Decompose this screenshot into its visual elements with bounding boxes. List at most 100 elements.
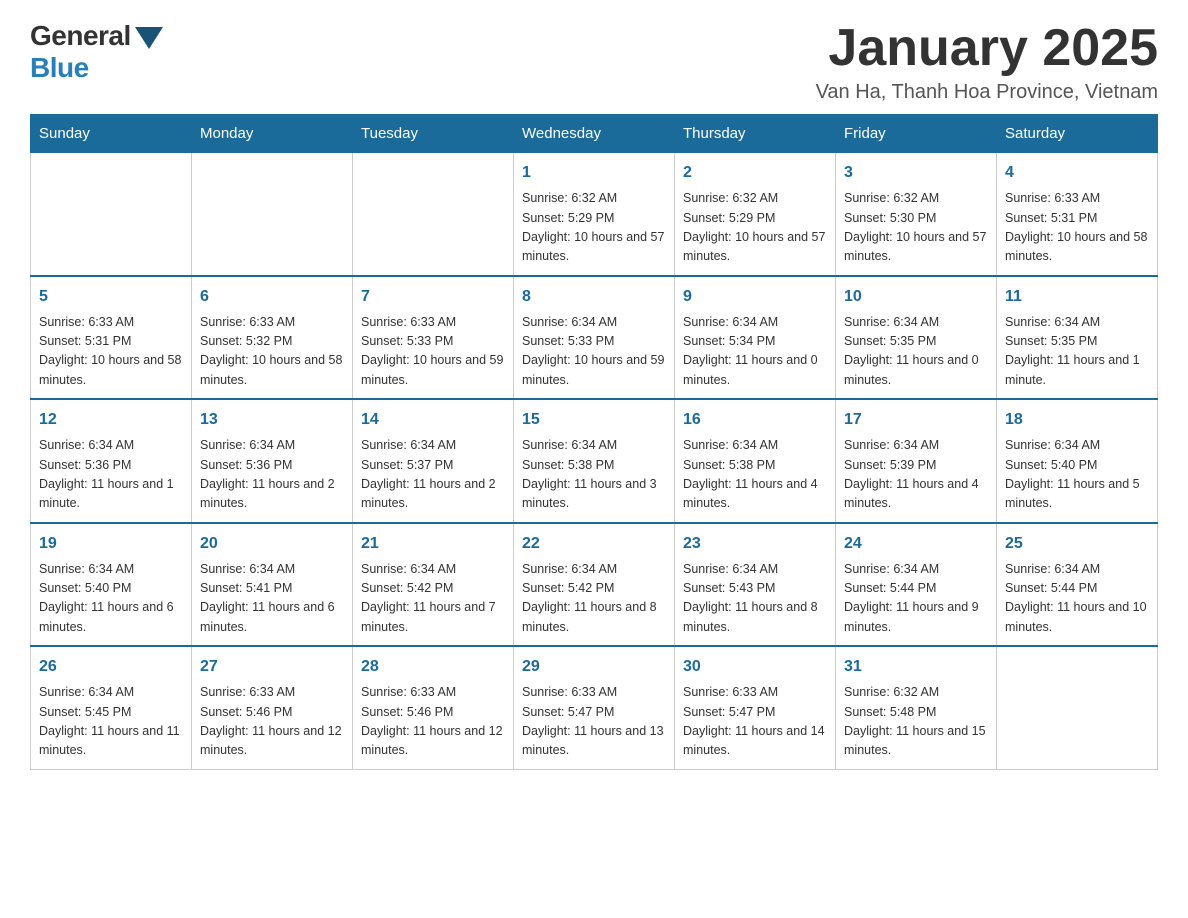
calendar-cell: 8 Sunrise: 6:34 AMSunset: 5:33 PMDaylight…	[514, 276, 675, 400]
day-info: Sunrise: 6:34 AMSunset: 5:33 PMDaylight:…	[522, 313, 666, 391]
calendar-cell	[31, 153, 192, 276]
day-info: Sunrise: 6:32 AMSunset: 5:48 PMDaylight:…	[844, 683, 988, 761]
logo-general-text: General	[30, 20, 131, 52]
day-number: 17	[844, 408, 988, 432]
logo: General Blue	[30, 20, 163, 84]
day-number: 25	[1005, 532, 1149, 556]
day-number: 26	[39, 655, 183, 679]
calendar-cell: 18Sunrise: 6:34 AMSunset: 5:40 PMDayligh…	[997, 399, 1158, 523]
day-info: Sunrise: 6:34 AMSunset: 5:43 PMDaylight:…	[683, 560, 827, 638]
day-number: 1	[522, 161, 666, 185]
day-info: Sunrise: 6:34 AMSunset: 5:44 PMDaylight:…	[844, 560, 988, 638]
day-info: Sunrise: 6:34 AMSunset: 5:44 PMDaylight:…	[1005, 560, 1149, 638]
day-number: 20	[200, 532, 344, 556]
day-number: 2	[683, 161, 827, 185]
day-number: 28	[361, 655, 505, 679]
calendar-cell	[997, 646, 1158, 769]
day-number: 4	[1005, 161, 1149, 185]
day-info: Sunrise: 6:34 AMSunset: 5:35 PMDaylight:…	[844, 313, 988, 391]
logo-blue-text: Blue	[30, 52, 89, 84]
day-info: Sunrise: 6:34 AMSunset: 5:45 PMDaylight:…	[39, 683, 183, 761]
day-info: Sunrise: 6:32 AMSunset: 5:29 PMDaylight:…	[522, 189, 666, 267]
day-info: Sunrise: 6:34 AMSunset: 5:36 PMDaylight:…	[200, 436, 344, 514]
calendar-cell: 7 Sunrise: 6:33 AMSunset: 5:33 PMDaylight…	[353, 276, 514, 400]
calendar-cell: 15 Sunrise: 6:34 AMSunset: 5:38 PMDayligh…	[514, 399, 675, 523]
calendar-cell	[353, 153, 514, 276]
calendar-header-row: SundayMondayTuesdayWednesdayThursdayFrid…	[31, 115, 1158, 153]
day-info: Sunrise: 6:34 AMSunset: 5:34 PMDaylight:…	[683, 313, 827, 391]
logo-arrow-icon	[135, 27, 163, 49]
calendar-cell: 6Sunrise: 6:33 AMSunset: 5:32 PMDaylight…	[192, 276, 353, 400]
day-number: 31	[844, 655, 988, 679]
title-section: January 2025 Van Ha, Thanh Hoa Province,…	[816, 20, 1158, 104]
calendar-week-row: 19 Sunrise: 6:34 AMSunset: 5:40 PMDayligh…	[31, 523, 1158, 647]
day-info: Sunrise: 6:33 AMSunset: 5:46 PMDaylight:…	[361, 683, 505, 761]
calendar-cell: 17 Sunrise: 6:34 AMSunset: 5:39 PMDayligh…	[836, 399, 997, 523]
day-number: 8	[522, 285, 666, 309]
day-number: 6	[200, 285, 344, 309]
calendar-week-row: 26 Sunrise: 6:34 AMSunset: 5:45 PMDayligh…	[31, 646, 1158, 769]
day-info: Sunrise: 6:34 AMSunset: 5:36 PMDaylight:…	[39, 436, 183, 514]
day-info: Sunrise: 6:34 AMSunset: 5:42 PMDaylight:…	[361, 560, 505, 638]
day-number: 9	[683, 285, 827, 309]
day-info: Sunrise: 6:33 AMSunset: 5:46 PMDaylight:…	[200, 683, 344, 761]
calendar-cell: 5Sunrise: 6:33 AMSunset: 5:31 PMDaylight…	[31, 276, 192, 400]
calendar-cell: 12 Sunrise: 6:34 AMSunset: 5:36 PMDayligh…	[31, 399, 192, 523]
day-info: Sunrise: 6:34 AMSunset: 5:38 PMDaylight:…	[683, 436, 827, 514]
calendar-week-row: 5Sunrise: 6:33 AMSunset: 5:31 PMDaylight…	[31, 276, 1158, 400]
day-info: Sunrise: 6:33 AMSunset: 5:47 PMDaylight:…	[683, 683, 827, 761]
day-number: 18	[1005, 408, 1149, 432]
month-title: January 2025	[816, 20, 1158, 77]
day-info: Sunrise: 6:33 AMSunset: 5:47 PMDaylight:…	[522, 683, 666, 761]
day-number: 27	[200, 655, 344, 679]
calendar-cell: 20 Sunrise: 6:34 AMSunset: 5:41 PMDayligh…	[192, 523, 353, 647]
day-number: 16	[683, 408, 827, 432]
day-number: 23	[683, 532, 827, 556]
day-info: Sunrise: 6:34 AMSunset: 5:42 PMDaylight:…	[522, 560, 666, 638]
calendar-cell: 4 Sunrise: 6:33 AMSunset: 5:31 PMDaylight…	[997, 153, 1158, 276]
day-number: 13	[200, 408, 344, 432]
day-number: 29	[522, 655, 666, 679]
day-info: Sunrise: 6:34 AMSunset: 5:38 PMDaylight:…	[522, 436, 666, 514]
calendar-cell: 22Sunrise: 6:34 AMSunset: 5:42 PMDayligh…	[514, 523, 675, 647]
day-info: Sunrise: 6:34 AMSunset: 5:41 PMDaylight:…	[200, 560, 344, 638]
day-number: 15	[522, 408, 666, 432]
day-number: 12	[39, 408, 183, 432]
day-number: 19	[39, 532, 183, 556]
calendar-cell: 1 Sunrise: 6:32 AMSunset: 5:29 PMDaylight…	[514, 153, 675, 276]
calendar-cell: 9 Sunrise: 6:34 AMSunset: 5:34 PMDaylight…	[675, 276, 836, 400]
calendar-week-row: 12 Sunrise: 6:34 AMSunset: 5:36 PMDayligh…	[31, 399, 1158, 523]
day-number: 24	[844, 532, 988, 556]
calendar-cell: 2 Sunrise: 6:32 AMSunset: 5:29 PMDaylight…	[675, 153, 836, 276]
day-info: Sunrise: 6:34 AMSunset: 5:39 PMDaylight:…	[844, 436, 988, 514]
day-of-week-header: Tuesday	[353, 115, 514, 153]
day-number: 7	[361, 285, 505, 309]
day-info: Sunrise: 6:33 AMSunset: 5:33 PMDaylight:…	[361, 313, 505, 391]
day-of-week-header: Monday	[192, 115, 353, 153]
day-number: 10	[844, 285, 988, 309]
day-info: Sunrise: 6:34 AMSunset: 5:40 PMDaylight:…	[39, 560, 183, 638]
day-info: Sunrise: 6:33 AMSunset: 5:31 PMDaylight:…	[39, 313, 183, 391]
calendar-cell: 29 Sunrise: 6:33 AMSunset: 5:47 PMDayligh…	[514, 646, 675, 769]
calendar-cell: 26 Sunrise: 6:34 AMSunset: 5:45 PMDayligh…	[31, 646, 192, 769]
day-number: 30	[683, 655, 827, 679]
calendar-cell: 23 Sunrise: 6:34 AMSunset: 5:43 PMDayligh…	[675, 523, 836, 647]
day-number: 3	[844, 161, 988, 185]
day-of-week-header: Friday	[836, 115, 997, 153]
day-of-week-header: Saturday	[997, 115, 1158, 153]
calendar-cell: 13 Sunrise: 6:34 AMSunset: 5:36 PMDayligh…	[192, 399, 353, 523]
calendar-cell: 30 Sunrise: 6:33 AMSunset: 5:47 PMDayligh…	[675, 646, 836, 769]
day-info: Sunrise: 6:34 AMSunset: 5:35 PMDaylight:…	[1005, 313, 1149, 391]
day-number: 21	[361, 532, 505, 556]
day-of-week-header: Sunday	[31, 115, 192, 153]
day-info: Sunrise: 6:32 AMSunset: 5:29 PMDaylight:…	[683, 189, 827, 267]
calendar-cell	[192, 153, 353, 276]
day-info: Sunrise: 6:33 AMSunset: 5:31 PMDaylight:…	[1005, 189, 1149, 267]
day-number: 11	[1005, 285, 1149, 309]
calendar-cell: 10 Sunrise: 6:34 AMSunset: 5:35 PMDayligh…	[836, 276, 997, 400]
day-info: Sunrise: 6:32 AMSunset: 5:30 PMDaylight:…	[844, 189, 988, 267]
page-header: General Blue January 2025 Van Ha, Thanh …	[30, 20, 1158, 104]
calendar-table: SundayMondayTuesdayWednesdayThursdayFrid…	[30, 114, 1158, 770]
location-text: Van Ha, Thanh Hoa Province, Vietnam	[816, 81, 1158, 104]
calendar-cell: 19 Sunrise: 6:34 AMSunset: 5:40 PMDayligh…	[31, 523, 192, 647]
